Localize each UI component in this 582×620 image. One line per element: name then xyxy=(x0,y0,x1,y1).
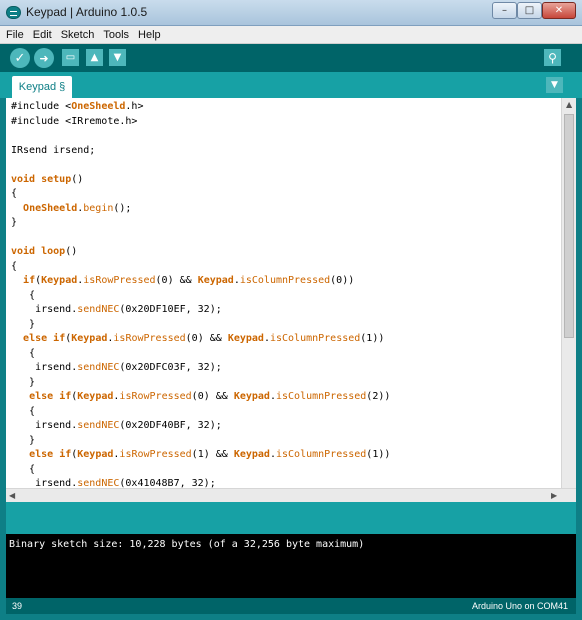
serial-monitor-button[interactable]: ⚲ xyxy=(544,49,561,66)
code-line: IRsend irsend; xyxy=(11,144,96,156)
code-line: { xyxy=(11,289,36,301)
code-line: else if(Keypad.isRowPressed(0) && Keypad… xyxy=(29,391,391,402)
board-info: Arduino Uno on COM41 xyxy=(471,601,568,611)
tab-menu-button[interactable]: ▼ xyxy=(546,77,563,93)
code-line: irsend.sendNEC(0x20DF40BF, 32); xyxy=(11,420,222,431)
console-message: Binary sketch size: 10,228 bytes (of a 3… xyxy=(9,539,365,550)
code-line: } xyxy=(11,434,36,446)
vertical-scroll-thumb[interactable] xyxy=(564,114,574,338)
code-line: } xyxy=(11,318,36,330)
arrow-right-icon: ➜ xyxy=(39,51,49,65)
open-button[interactable]: ▲ xyxy=(86,49,103,66)
footer-bar: 39 Arduino Uno on COM41 xyxy=(6,598,576,614)
menu-help[interactable]: Help xyxy=(138,29,161,41)
verify-button[interactable]: ✓ xyxy=(10,48,30,68)
code-line: if(Keypad.isRowPressed(0) && Keypad.isCo… xyxy=(23,275,355,286)
tab-strip: Keypad § ▼ xyxy=(0,72,582,98)
close-button[interactable]: ✕ xyxy=(542,2,576,19)
code-line: { xyxy=(11,405,36,417)
code-line: { xyxy=(11,463,36,475)
console-output: Binary sketch size: 10,228 bytes (of a 3… xyxy=(6,534,576,598)
code-line: irsend.sendNEC(0x20DF10EF, 32); xyxy=(11,304,222,315)
code-line: #include <IRremote.h> xyxy=(11,115,138,127)
line-number: 39 xyxy=(12,601,23,611)
code-line: else if(Keypad.isRowPressed(0) && Keypad… xyxy=(23,333,385,344)
upload-arrow-icon: ▲ xyxy=(90,52,99,63)
tab-keypad[interactable]: Keypad § xyxy=(12,76,72,98)
maximize-button[interactable]: □ xyxy=(517,2,542,19)
status-bar xyxy=(6,502,576,534)
check-icon: ✓ xyxy=(14,50,26,66)
chevron-down-icon: ▼ xyxy=(551,80,558,90)
toolbar: ✓ ➜ ▭ ▲ ▼ ⚲ xyxy=(0,44,582,72)
window-title: Keypad | Arduino 1.0.5 xyxy=(26,5,148,19)
title-bar: Keypad | Arduino 1.0.5 – □ ✕ xyxy=(0,0,582,26)
code-line: { xyxy=(11,347,36,359)
code-editor[interactable]: #include <OneSheeld.h> #include <IRremote… xyxy=(6,98,576,502)
new-document-icon: ▭ xyxy=(65,52,76,63)
code-line: irsend.sendNEC(0x20DFC03F, 32); xyxy=(11,362,222,373)
code-line: } xyxy=(11,376,36,388)
code-line: #include <OneSheeld.h> xyxy=(11,101,144,112)
scroll-left-icon[interactable]: ◀ xyxy=(9,491,15,500)
horizontal-scrollbar[interactable]: ◀ ▶ xyxy=(6,488,576,502)
menu-file[interactable]: File xyxy=(6,29,24,41)
scroll-up-icon[interactable]: ▲ xyxy=(566,100,572,109)
code-line: { xyxy=(11,188,18,199)
code-line: { xyxy=(11,260,18,272)
new-button[interactable]: ▭ xyxy=(62,49,79,66)
menu-bar: File Edit Sketch Tools Help xyxy=(0,26,582,44)
minimize-button[interactable]: – xyxy=(492,2,517,19)
code-line: void setup() xyxy=(11,173,84,185)
magnifier-icon: ⚲ xyxy=(548,50,557,65)
menu-tools[interactable]: Tools xyxy=(103,29,129,41)
save-button[interactable]: ▼ xyxy=(109,49,126,66)
download-arrow-icon: ▼ xyxy=(113,52,122,63)
code-line: OneSheeld.begin(); xyxy=(23,202,132,214)
vertical-scrollbar[interactable]: ▲ xyxy=(561,98,576,488)
scroll-right-icon[interactable]: ▶ xyxy=(551,491,557,500)
arduino-logo-icon xyxy=(6,6,21,19)
menu-edit[interactable]: Edit xyxy=(33,29,52,41)
code-line: void loop() xyxy=(11,246,78,257)
code-line: } xyxy=(11,217,18,228)
upload-button[interactable]: ➜ xyxy=(34,48,54,68)
code-line: else if(Keypad.isRowPressed(1) && Keypad… xyxy=(29,449,391,460)
code-area[interactable]: #include <OneSheeld.h> #include <IRremote… xyxy=(11,100,559,492)
menu-sketch[interactable]: Sketch xyxy=(61,29,95,41)
